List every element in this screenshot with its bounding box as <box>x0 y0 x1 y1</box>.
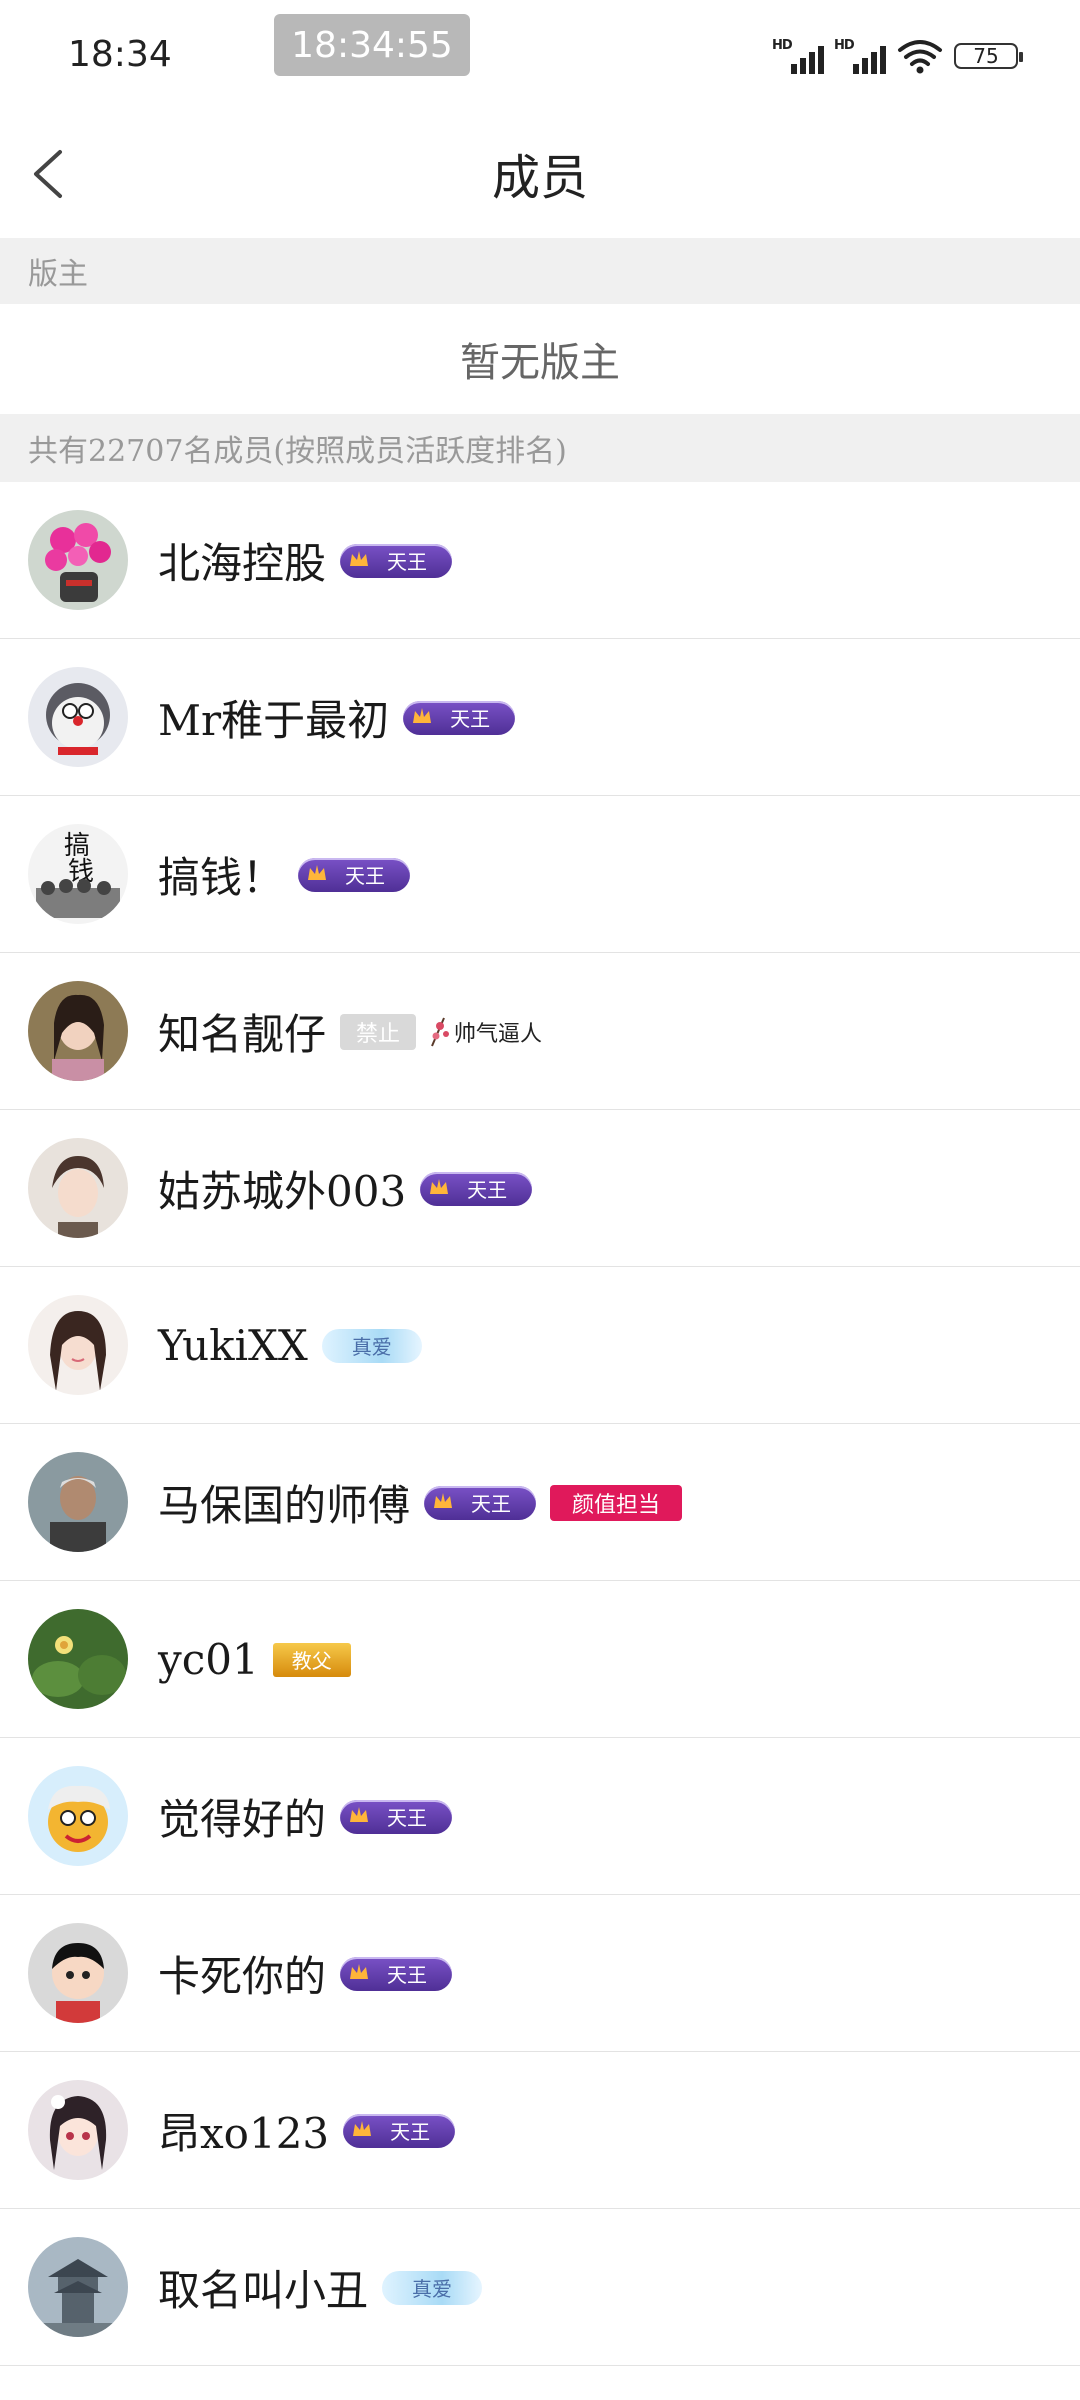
list-item[interactable]: 昂xo123 天王 <box>0 2052 1080 2209</box>
badge-text: 天王 <box>390 2120 431 2144</box>
avatar[interactable] <box>28 1452 128 1552</box>
rank-badge: 真爱 <box>321 1328 422 1363</box>
list-item[interactable]: 马保国的师傅 天王 颜值担当 <box>0 1424 1080 1581</box>
nav-bar: 成员 <box>0 108 1080 238</box>
badge-text: 天王 <box>450 707 491 731</box>
rank-badge: 天王 <box>340 1956 453 1991</box>
crown-icon <box>413 707 432 723</box>
avatar[interactable] <box>28 1923 128 2023</box>
member-info: Mr稚于最初 天王 <box>158 639 516 796</box>
crown-icon <box>350 1806 369 1822</box>
crown-icon <box>308 864 327 880</box>
status-icons: HD HD 75 <box>772 38 1023 74</box>
network-type-label: HD <box>772 38 793 53</box>
rank-badge: 教父 <box>272 1642 351 1677</box>
member-name[interactable]: 北海控股 <box>158 530 326 591</box>
list-item[interactable]: 北海控股 天王 <box>0 482 1080 639</box>
badge-text: 天王 <box>345 864 386 888</box>
members-count-label: 共有22707名成员(按照成员活跃度排名) <box>28 434 567 469</box>
battery-level: 75 <box>973 44 999 68</box>
rank-badge: 天王 <box>298 857 411 892</box>
page-title: 成员 <box>491 150 588 206</box>
list-item[interactable]: 知名靓仔 禁止 帅气逼人 <box>0 953 1080 1110</box>
member-info: 卡死你的 天王 <box>158 1895 453 2052</box>
rank-badge: 真爱 <box>382 2270 483 2305</box>
member-name[interactable]: 昂xo123 <box>158 2100 329 2161</box>
title-badge: 颜值担当 <box>550 1484 683 1521</box>
member-name[interactable]: 取名叫小丑 <box>158 2257 368 2318</box>
member-info: 取名叫小丑 真爱 <box>158 2209 483 2366</box>
moderator-section-header: 版主 <box>0 238 1080 304</box>
member-name[interactable]: 马保国的师傅 <box>158 1472 410 1533</box>
member-name[interactable]: 搞钱！ <box>158 844 284 905</box>
member-info: 马保国的师傅 天王 颜值担当 <box>158 1424 683 1581</box>
list-item[interactable]: 姑苏城外003 天王 <box>0 1110 1080 1267</box>
list-item[interactable]: 搞 钱 搞钱！ 天王 <box>0 796 1080 953</box>
rank-badge: 天王 <box>343 2113 456 2148</box>
list-item[interactable]: yc01 教父 <box>0 1581 1080 1738</box>
member-name[interactable]: 觉得好的 <box>158 1786 326 1847</box>
moderator-section-label: 版主 <box>28 257 88 292</box>
member-name[interactable]: 姑苏城外003 <box>158 1158 406 1219</box>
crown-icon <box>350 550 369 566</box>
badge-text: 天王 <box>467 1178 508 1202</box>
avatar[interactable] <box>28 1609 128 1709</box>
network-type-label: HD <box>834 38 855 53</box>
avatar[interactable] <box>28 1295 128 1395</box>
avatar[interactable] <box>28 1766 128 1866</box>
signal-icon: HD <box>772 38 824 74</box>
member-info: 搞钱！ 天王 <box>158 796 411 953</box>
member-info: 昂xo123 天王 <box>158 2052 456 2209</box>
member-name[interactable]: YukiXX <box>158 1321 308 1370</box>
rank-badge: 天王 <box>340 543 453 578</box>
moderator-empty-state: 暂无版主 <box>460 340 620 386</box>
members-section-header: 共有22707名成员(按照成员活跃度排名) <box>0 414 1080 482</box>
rank-badge: 天王 <box>340 1799 453 1834</box>
crown-icon <box>430 1178 449 1194</box>
status-time: 18:34 <box>68 34 172 75</box>
avatar[interactable] <box>28 667 128 767</box>
plum-blossom-icon <box>431 1017 450 1046</box>
status-bar: 18:34 18:34:55 HD HD 75 <box>0 0 1080 108</box>
badge-text: 天王 <box>387 1963 428 1987</box>
crown-icon <box>434 1492 453 1508</box>
member-name[interactable]: 卡死你的 <box>158 1943 326 2004</box>
list-item[interactable]: 觉得好的 天王 <box>0 1738 1080 1895</box>
member-name[interactable]: 知名靓仔 <box>158 1001 326 1062</box>
member-info: 北海控股 天王 <box>158 482 453 639</box>
member-info: 觉得好的 天王 <box>158 1738 453 1895</box>
avatar[interactable] <box>28 2237 128 2337</box>
member-info: 姑苏城外003 天王 <box>158 1110 533 1267</box>
wifi-icon <box>898 40 942 74</box>
badge-text: 天王 <box>387 550 428 574</box>
badge-text: 天王 <box>471 1492 512 1516</box>
avatar[interactable] <box>28 1138 128 1238</box>
badge-text: 帅气逼人 <box>454 1021 543 1047</box>
clock-pill: 18:34:55 <box>274 14 470 76</box>
avatar[interactable] <box>28 510 128 610</box>
list-item[interactable]: 卡死你的 天王 <box>0 1895 1080 2052</box>
member-info: 知名靓仔 禁止 帅气逼人 <box>158 953 566 1110</box>
badge-text: 天王 <box>387 1806 428 1830</box>
title-badge: 帅气逼人 <box>430 1012 566 1052</box>
crown-icon <box>353 2120 372 2136</box>
list-item[interactable]: YukiXX 真爱 <box>0 1267 1080 1424</box>
member-info: YukiXX 真爱 <box>158 1267 422 1424</box>
avatar[interactable] <box>28 981 128 1081</box>
banned-badge: 禁止 <box>340 1013 417 1050</box>
rank-badge: 天王 <box>420 1171 533 1206</box>
member-name[interactable]: yc01 <box>158 1635 259 1684</box>
member-list: 北海控股 天王 Mr稚于最初 天王 搞 钱 搞钱！ 天王 知名靓仔 禁止 帅气逼… <box>0 482 1080 2366</box>
list-item[interactable]: 取名叫小丑 真爱 <box>0 2209 1080 2366</box>
rank-badge: 天王 <box>403 700 516 735</box>
crown-icon <box>350 1963 369 1979</box>
member-info: yc01 教父 <box>158 1581 351 1738</box>
member-name[interactable]: Mr稚于最初 <box>158 687 389 748</box>
rank-badge: 天王 <box>424 1485 537 1520</box>
avatar[interactable]: 搞 钱 <box>28 824 128 924</box>
signal-icon: HD <box>834 38 886 74</box>
battery-icon: 75 <box>954 43 1023 69</box>
avatar[interactable] <box>28 2080 128 2180</box>
list-item[interactable]: Mr稚于最初 天王 <box>0 639 1080 796</box>
